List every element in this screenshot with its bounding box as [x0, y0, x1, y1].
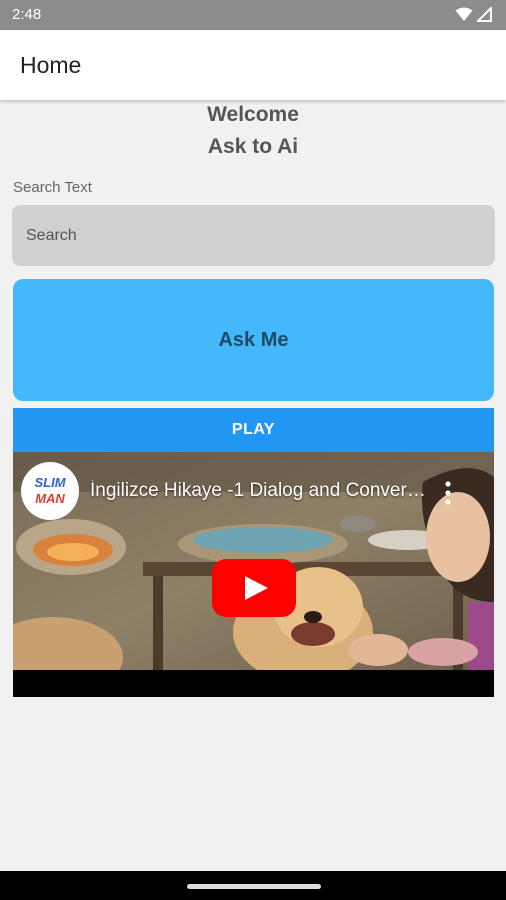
- wifi-icon: [455, 7, 473, 21]
- play-button[interactable]: PLAY: [13, 408, 494, 452]
- channel-name-line2: MAN: [35, 491, 65, 506]
- page-title: Home: [20, 52, 82, 78]
- navigation-bar: [0, 871, 506, 900]
- search-label: Search Text: [13, 179, 92, 196]
- status-icons: [455, 7, 492, 22]
- channel-name-line1: SLIM: [34, 475, 66, 490]
- signal-icon: [477, 7, 492, 22]
- ask-me-button[interactable]: Ask Me: [13, 279, 494, 401]
- more-vert-icon[interactable]: [438, 478, 458, 508]
- home-indicator[interactable]: [187, 884, 321, 889]
- search-input[interactable]: [12, 205, 495, 266]
- welcome-heading: Welcome: [207, 103, 299, 126]
- video-title[interactable]: İngilizce Hikaye -1 Dialog and Conversat…: [90, 480, 430, 502]
- welcome-subheading: Ask to Ai: [207, 135, 299, 158]
- status-time: 2:48: [12, 6, 42, 23]
- app-bar: Home: [0, 30, 506, 100]
- channel-avatar[interactable]: SLIM MAN: [21, 462, 79, 520]
- status-bar: 2:48: [0, 0, 506, 30]
- video-player[interactable]: SLIM MAN İngilizce Hikaye -1 Dialog and …: [13, 452, 494, 697]
- youtube-play-icon[interactable]: [212, 559, 296, 617]
